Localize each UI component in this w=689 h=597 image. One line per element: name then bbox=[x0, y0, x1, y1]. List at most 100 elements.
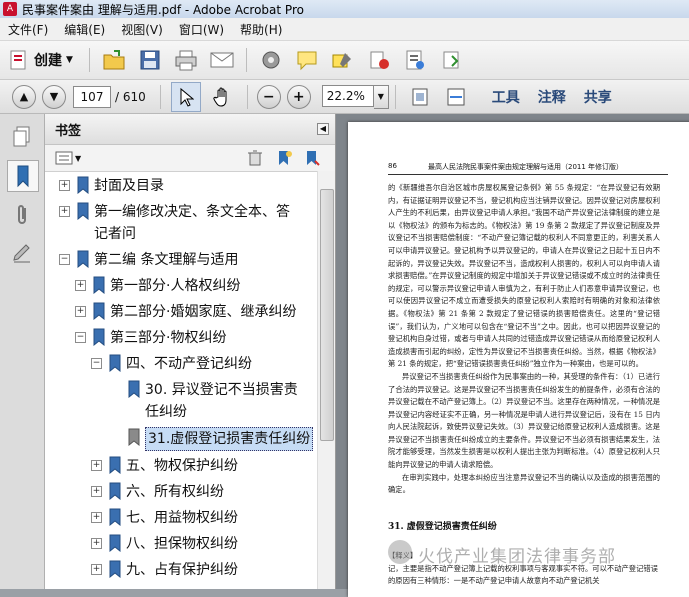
page-thumbnails-icon bbox=[13, 126, 30, 147]
menu-help[interactable]: 帮助(H) bbox=[232, 21, 290, 38]
collapse-toggle[interactable]: − bbox=[91, 358, 102, 369]
options-menu-button[interactable]: ▼ bbox=[55, 150, 81, 166]
bookmark-ribbon-icon bbox=[17, 165, 29, 188]
chevron-down-icon: ▼ bbox=[66, 55, 73, 65]
chevron-down-icon[interactable]: ▼ bbox=[373, 84, 389, 109]
minus-icon: − bbox=[262, 88, 275, 105]
bookmark-label: 七、用益物权纠纷 bbox=[126, 510, 238, 526]
section-heading: 31. 虚假登记损害责任纠纷 bbox=[388, 522, 497, 532]
print-icon bbox=[175, 50, 197, 71]
page-number-input[interactable]: 107 bbox=[73, 85, 111, 108]
share-pane-link[interactable]: 共享 bbox=[584, 87, 612, 107]
stamp-button[interactable] bbox=[437, 46, 465, 74]
page-header: 86 最高人民法院民事案件案由规定理解与适用（2011 年修订版） bbox=[388, 162, 668, 175]
stamp-icon bbox=[443, 51, 459, 69]
menu-edit[interactable]: 编辑(E) bbox=[56, 21, 113, 38]
expand-toggle[interactable]: + bbox=[91, 564, 102, 575]
expand-toggle[interactable]: + bbox=[75, 280, 86, 291]
separator bbox=[159, 84, 161, 109]
bookmark-part-one[interactable]: + 第一编修改决定、条文全本、答记者问 bbox=[59, 201, 299, 245]
collapse-panel-button[interactable]: ◀ bbox=[317, 123, 329, 135]
comment-pane-link[interactable]: 注释 bbox=[538, 87, 566, 107]
page-thumbnails-button[interactable] bbox=[7, 122, 37, 152]
bookmark-section-2[interactable]: + 第二部分·婚姻家庭、继承纠纷 bbox=[75, 301, 296, 323]
highlight-button[interactable] bbox=[329, 46, 357, 74]
bookmark-icon bbox=[77, 202, 89, 220]
settings-button[interactable] bbox=[257, 46, 285, 74]
fit-width-icon bbox=[447, 88, 465, 105]
bookmark-section-3[interactable]: − 第三部分·物权纠纷 bbox=[75, 327, 226, 349]
bookmark-chapter-4[interactable]: − 四、不动产登记纠纷 bbox=[91, 353, 252, 375]
open-button[interactable] bbox=[100, 46, 128, 74]
bookmark-chapter-5[interactable]: + 五、物权保护纠纷 bbox=[91, 455, 238, 477]
arrow-down-icon: ▼ bbox=[49, 90, 59, 103]
comment-button[interactable] bbox=[293, 46, 321, 74]
bookmark-icon bbox=[109, 354, 121, 372]
expand-toggle[interactable]: + bbox=[91, 486, 102, 497]
create-button[interactable]: 创建 ▼ bbox=[8, 49, 73, 71]
bookmark-icon bbox=[93, 328, 105, 346]
navigation-pane-strip bbox=[0, 114, 45, 589]
menu-view[interactable]: 视图(V) bbox=[113, 21, 171, 38]
attachments-button[interactable] bbox=[7, 200, 37, 230]
select-tool-button[interactable] bbox=[170, 81, 201, 112]
collapse-toggle[interactable]: − bbox=[75, 332, 86, 343]
email-button[interactable] bbox=[208, 46, 236, 74]
create-icon bbox=[10, 50, 26, 70]
menu-window[interactable]: 窗口(W) bbox=[171, 21, 232, 38]
fit-page-button[interactable] bbox=[406, 83, 434, 111]
title-bar: A 民事案件案由 理解与适用.pdf - Adobe Acrobat Pro bbox=[0, 0, 689, 18]
bookmark-chapter-7[interactable]: + 七、用益物权纠纷 bbox=[91, 507, 238, 529]
expand-toggle[interactable]: + bbox=[59, 206, 70, 217]
menu-file[interactable]: 文件(F) bbox=[0, 21, 56, 38]
bookmark-item-31-selected[interactable]: 31.虚假登记损害责任纠纷 bbox=[121, 427, 314, 451]
signatures-button[interactable] bbox=[7, 238, 37, 268]
sign-button[interactable] bbox=[365, 46, 393, 74]
expand-bookmark-icon bbox=[307, 151, 320, 166]
bookmarks-panel-button[interactable] bbox=[7, 160, 39, 192]
expand-toggle[interactable]: + bbox=[91, 512, 102, 523]
expand-toggle[interactable]: + bbox=[75, 306, 86, 317]
bookmark-cover-toc[interactable]: + 封面及目录 bbox=[59, 175, 164, 197]
arrow-up-icon: ▲ bbox=[19, 90, 29, 103]
fit-width-button[interactable] bbox=[442, 83, 470, 111]
collapse-toggle[interactable]: − bbox=[59, 254, 70, 265]
bookmark-chapter-8[interactable]: + 八、担保物权纠纷 bbox=[91, 533, 238, 555]
new-bookmark-button[interactable] bbox=[275, 149, 293, 170]
folder-open-icon bbox=[103, 50, 125, 70]
tools-pane-link[interactable]: 工具 bbox=[492, 87, 520, 107]
expand-toggle[interactable]: + bbox=[91, 460, 102, 471]
bookmark-chapter-9[interactable]: + 九、占有保护纠纷 bbox=[91, 559, 238, 581]
bookmarks-title: 书签 bbox=[55, 123, 82, 139]
bookmark-item-30[interactable]: 30. 异议登记不当损害责任纠纷 bbox=[121, 379, 311, 423]
print-button[interactable] bbox=[172, 46, 200, 74]
zoom-out-button[interactable]: − bbox=[256, 84, 281, 109]
zoom-in-button[interactable]: + bbox=[286, 84, 311, 109]
save-button[interactable] bbox=[136, 46, 164, 74]
document-button[interactable] bbox=[401, 46, 429, 74]
document-view[interactable]: 86 最高人民法院民事案件案由规定理解与适用（2011 年修订版） 的《新疆维吾… bbox=[336, 114, 689, 597]
bookmark-section-1[interactable]: + 第一部分·人格权纠纷 bbox=[75, 275, 240, 297]
separator bbox=[246, 84, 248, 109]
scrollbar-thumb[interactable] bbox=[320, 189, 334, 441]
expand-bookmark-button[interactable] bbox=[303, 149, 321, 170]
trash-icon bbox=[248, 150, 262, 166]
zoom-value[interactable]: 22.2% bbox=[321, 84, 374, 107]
separator bbox=[88, 48, 90, 72]
bookmark-chapter-6[interactable]: + 六、所有权纠纷 bbox=[91, 481, 224, 503]
menu-bar: 文件(F) 编辑(E) 视图(V) 窗口(W) 帮助(H) bbox=[0, 18, 689, 41]
previous-page-button[interactable]: ▲ bbox=[12, 84, 36, 109]
zoom-select[interactable]: 22.2% ▼ bbox=[321, 84, 389, 109]
email-icon bbox=[210, 52, 234, 68]
new-bookmark-icon bbox=[279, 151, 292, 165]
bookmark-icon bbox=[93, 276, 105, 294]
next-page-button[interactable]: ▼ bbox=[42, 84, 66, 109]
expand-toggle[interactable]: + bbox=[91, 538, 102, 549]
create-label: 创建 bbox=[34, 53, 62, 69]
expand-toggle[interactable]: + bbox=[59, 180, 70, 191]
hand-tool-button[interactable] bbox=[209, 83, 237, 111]
bookmarks-scrollbar[interactable] bbox=[317, 171, 335, 589]
bookmark-label: 八、担保物权纠纷 bbox=[126, 536, 238, 552]
delete-bookmark-button[interactable] bbox=[247, 149, 263, 170]
bookmark-part-two[interactable]: − 第二编 条文理解与适用 bbox=[59, 249, 238, 271]
